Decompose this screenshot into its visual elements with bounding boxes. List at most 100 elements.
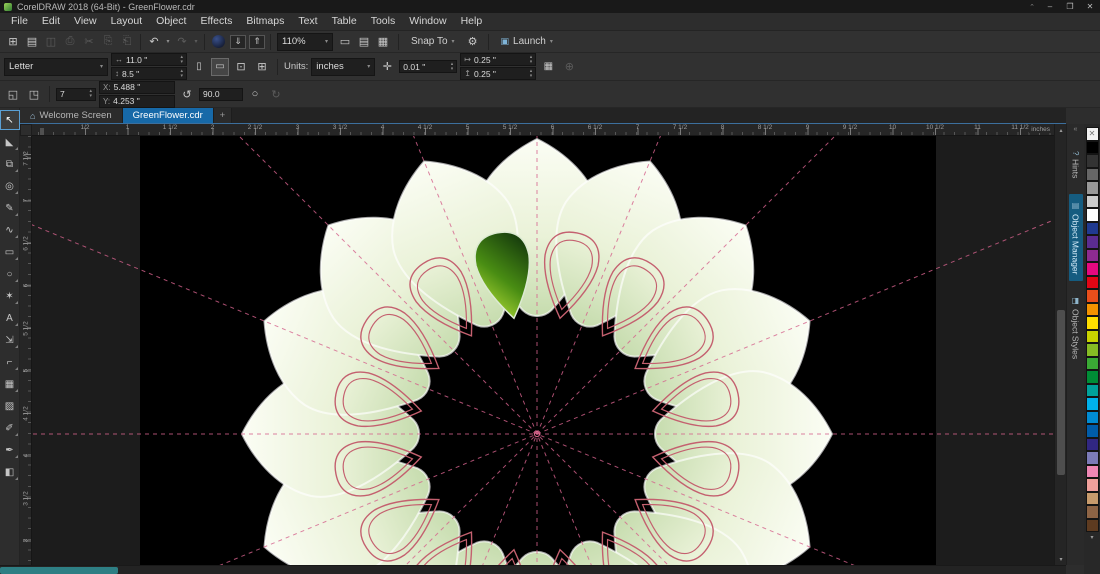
spinner[interactable]: ▴▾ [451,62,454,72]
pick-tool[interactable]: ↖ [1,111,19,129]
close-button[interactable]: ✕ [1080,0,1100,13]
zoom-level-combo[interactable]: 110% ▾ [277,33,333,51]
interactive-fill-tool[interactable]: ◧ [1,463,19,481]
color-swatch[interactable] [1086,208,1099,222]
page-width-field[interactable]: ↔ 11.0 "▴▾ [111,53,187,66]
launch-button[interactable]: ▣ Launch ▾ [495,33,559,51]
parallel-dimension-tool[interactable]: ⇲ [1,331,19,349]
show-rulers-icon[interactable]: ▤ [355,33,373,50]
menu-object[interactable]: Object [149,13,193,30]
artistic-media-tool[interactable]: ∿ [1,221,19,239]
new-document-icon[interactable]: ⊞ [4,33,22,50]
color-swatch[interactable] [1086,370,1099,384]
polygon-tool[interactable]: ✶ [1,287,19,305]
horizontal-ruler[interactable]: inches 1/211 1/222 1/233 1/244 1/255 1/2… [32,124,1054,136]
options-gear-icon[interactable]: ⚙ [464,33,482,50]
color-swatch[interactable] [1086,303,1099,317]
docker-tab-object-styles[interactable]: ◨Object Styles [1069,289,1083,366]
color-swatch[interactable] [1086,330,1099,344]
color-swatch[interactable] [1086,276,1099,290]
color-swatch[interactable] [1086,505,1099,519]
docker-collapse-icon[interactable]: « [1074,126,1078,136]
menu-effects[interactable]: Effects [193,13,239,30]
rotation-angle-field[interactable]: 90.0 [199,88,243,101]
drawing-canvas[interactable] [32,136,1054,565]
spinner[interactable]: ▴▾ [180,55,183,65]
menu-text[interactable]: Text [291,13,324,30]
vertical-scroll-thumb[interactable] [1057,310,1065,475]
nudge-offset-field[interactable]: 0.01 "▴▾ [399,60,457,73]
freehand-tool[interactable]: ✎ [1,199,19,217]
document-tab-welcome-screen[interactable]: ⌂Welcome Screen [20,108,123,123]
all-pages-icon[interactable]: ⊞ [253,58,271,75]
color-swatch[interactable] [1086,357,1099,371]
transparency-tool[interactable]: ▨ [1,397,19,415]
spinner[interactable]: ▴▾ [89,89,92,99]
palette-more-icon[interactable]: ▾ [1090,534,1093,541]
horizontal-scrollbar[interactable] [0,565,1066,574]
vertical-scrollbar[interactable]: ▴ ▾ [1054,124,1066,565]
text-tool[interactable]: A [1,309,19,327]
color-swatch[interactable] [1086,235,1099,249]
page-size-combo[interactable]: Letter ▾ [4,58,108,76]
menu-table[interactable]: Table [325,13,364,30]
color-swatch[interactable] [1086,154,1099,168]
color-swatch[interactable] [1086,181,1099,195]
import-icon[interactable]: ⇓ [230,35,246,49]
angle-dial-icon[interactable]: ○ [246,86,264,103]
docker-tab-object-manager[interactable]: ▤Object Manager [1069,194,1083,281]
menu-bitmaps[interactable]: Bitmaps [239,13,291,30]
menu-window[interactable]: Window [402,13,453,30]
menu-edit[interactable]: Edit [35,13,67,30]
color-swatch[interactable] [1086,384,1099,398]
color-swatch[interactable] [1086,249,1099,263]
undo-dropdown-icon[interactable]: ▾ [164,33,172,50]
color-swatch[interactable] [1086,289,1099,303]
color-swatch[interactable] [1086,195,1099,209]
treat-as-filled-button[interactable]: ▦ [539,58,557,76]
ellipse-tool[interactable]: ○ [1,265,19,283]
color-swatch[interactable] [1086,451,1099,465]
duplicate-y-field[interactable]: ↥ 0.25 "▴▾ [460,67,536,80]
docker-tab-hints[interactable]: ?Hints [1069,144,1083,186]
mesh-fill-tool[interactable]: ▦ [1,375,19,393]
color-swatch[interactable] [1086,438,1099,452]
color-swatch[interactable] [1086,168,1099,182]
collapse-bar-icon[interactable]: ⌃ [1024,3,1040,11]
menu-tools[interactable]: Tools [364,13,403,30]
color-swatch[interactable] [1086,478,1099,492]
document-tab-greenflower-cdr[interactable]: GreenFlower.cdr [123,108,214,123]
color-swatch[interactable] [1086,141,1099,155]
spinner[interactable]: ▴▾ [180,69,183,79]
color-swatch[interactable] [1086,262,1099,276]
new-tab-button[interactable]: + [214,108,232,123]
count-field[interactable]: 7▴▾ [56,88,96,101]
search-content-icon[interactable]: ● [212,35,225,48]
horizontal-scroll-thumb[interactable] [0,567,118,574]
menu-layout[interactable]: Layout [104,13,150,30]
menu-view[interactable]: View [67,13,104,30]
maximize-button[interactable]: ❐ [1060,0,1080,13]
color-swatch[interactable] [1086,397,1099,411]
zoom-tool[interactable]: ◎ [1,177,19,195]
color-swatch[interactable] [1086,519,1099,533]
snap-to-button[interactable]: Snap To ▾ [405,33,461,51]
position-y-field[interactable]: Y: 4.253 " [99,95,175,108]
connector-tool[interactable]: ⌐ [1,353,19,371]
vertical-ruler[interactable]: 7 1/276 1/265 1/254 1/243 1/23 [20,136,32,565]
no-color-swatch[interactable]: ✕ [1086,127,1099,141]
color-swatch[interactable] [1086,343,1099,357]
page-height-field[interactable]: ↕ 8.5 "▴▾ [111,67,187,80]
snap-objects-icon[interactable]: ◳ [25,86,43,103]
show-grid-icon[interactable]: ▦ [374,33,392,50]
snap-window-icon[interactable]: ◱ [4,86,22,103]
color-swatch[interactable] [1086,411,1099,425]
color-swatch[interactable] [1086,424,1099,438]
color-swatch[interactable] [1086,465,1099,479]
open-icon[interactable]: ▤ [23,33,41,50]
color-swatch[interactable] [1086,222,1099,236]
spinner[interactable]: ▴▾ [530,69,533,79]
crop-tool[interactable]: ⧉ [1,155,19,173]
shape-tool[interactable]: ◣ [1,133,19,151]
current-page-icon[interactable]: ⊡ [232,58,250,75]
